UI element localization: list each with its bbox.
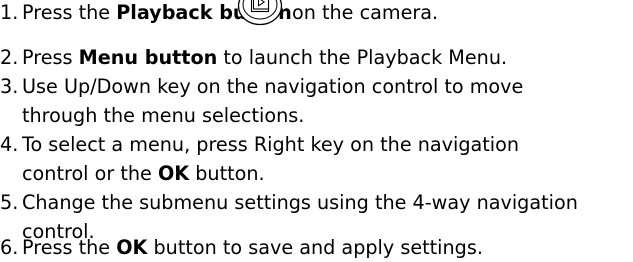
step-text-post: button to save and apply settings.: [147, 236, 483, 259]
step-text-pre: Press the: [22, 236, 117, 259]
instruction-list: 1. Press the Playback button on the came…: [0, 0, 633, 262]
step-text-bold: Menu button: [78, 46, 218, 69]
step-number: 2.: [0, 46, 19, 69]
step-text-pre: Press: [22, 46, 79, 69]
step-text-line-1: Change the submenu settings using the 4-…: [22, 191, 578, 214]
step-text: Press the OK button to save and apply se…: [22, 236, 483, 260]
step-text-line-2: through the menu selections.: [22, 104, 305, 127]
playback-button-icon: [237, 0, 283, 26]
step-text-pre: control or the: [22, 162, 158, 185]
step-text: Press Menu button to launch the Playback…: [22, 46, 507, 70]
step-text-post: on the camera.: [292, 1, 439, 24]
step-number: 3.: [0, 75, 19, 98]
step-text-post: button.: [189, 162, 265, 185]
step-text-line-1: To select a menu, press Right key on the…: [22, 133, 520, 156]
step-text-line-1: Use Up/Down key on the navigation contro…: [22, 75, 524, 98]
step-text-pre: Press the: [22, 1, 117, 24]
step-text-line-2: control or the OK button.: [22, 162, 265, 186]
step-text-bold: OK: [116, 236, 148, 259]
step-number: 5.: [0, 191, 19, 214]
step-number: 6.: [0, 236, 19, 259]
step-number: 4.: [0, 133, 19, 156]
step-text-post: to launch the Playback Menu.: [217, 46, 508, 69]
step-text-bold: OK: [157, 162, 190, 185]
step-number: 1.: [0, 1, 19, 24]
